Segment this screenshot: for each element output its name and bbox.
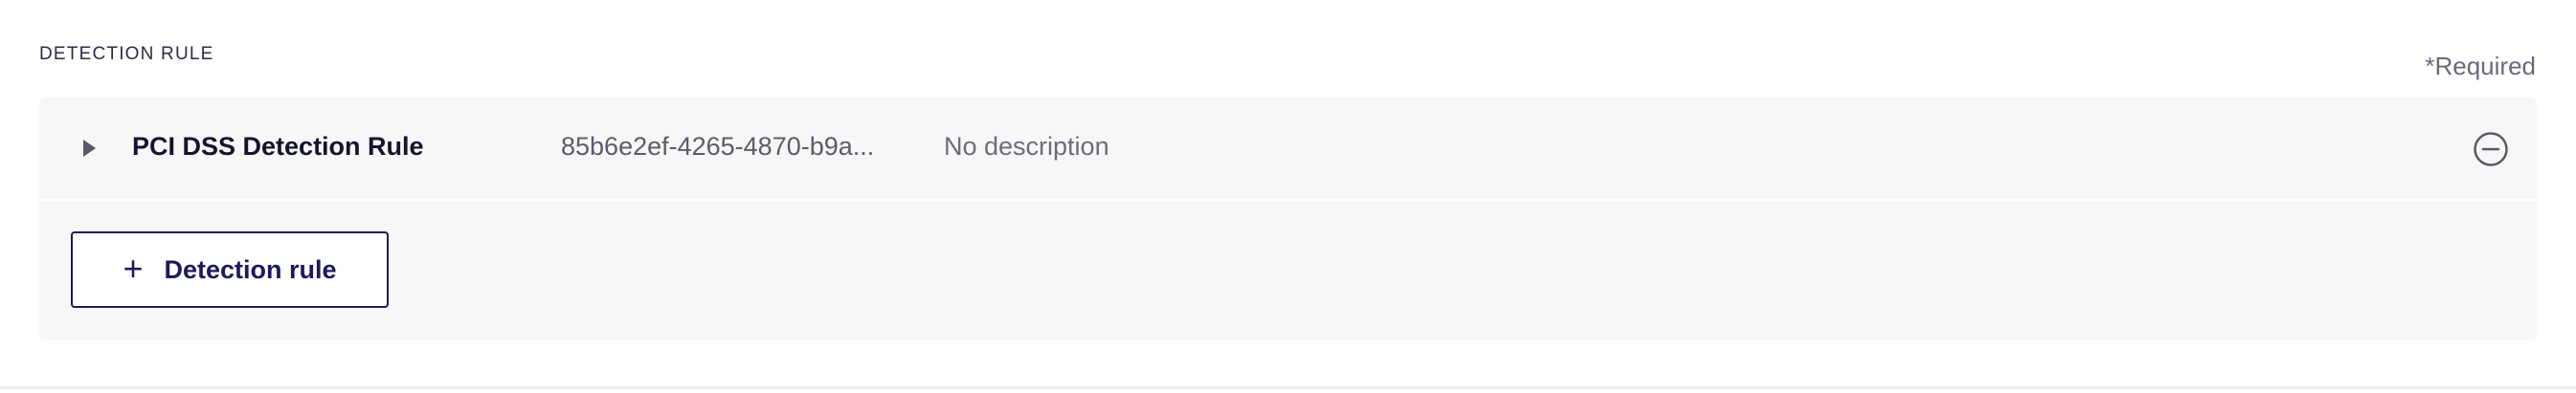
expand-rule-toggle[interactable] [76,135,102,162]
rule-row[interactable]: PCI DSS Detection Rule 85b6e2ef-4265-487… [39,98,2537,201]
bottom-divider [0,386,2576,389]
required-note: *Required [2425,52,2536,80]
chevron-right-icon [83,140,96,157]
section-label: DETECTION RULE [39,44,214,64]
rule-name: PCI DSS Detection Rule [132,132,424,161]
minus-circle-icon [2474,132,2508,166]
plus-icon: + [123,248,144,288]
add-detection-rule-button[interactable]: + Detection rule [71,231,389,308]
detection-rule-panel: PCI DSS Detection Rule 85b6e2ef-4265-487… [39,98,2537,340]
add-detection-rule-label: Detection rule [164,254,337,284]
rule-description: No description [944,132,1109,161]
remove-rule-button[interactable] [2472,130,2510,168]
rule-id: 85b6e2ef-4265-4870-b9a... [561,132,875,161]
